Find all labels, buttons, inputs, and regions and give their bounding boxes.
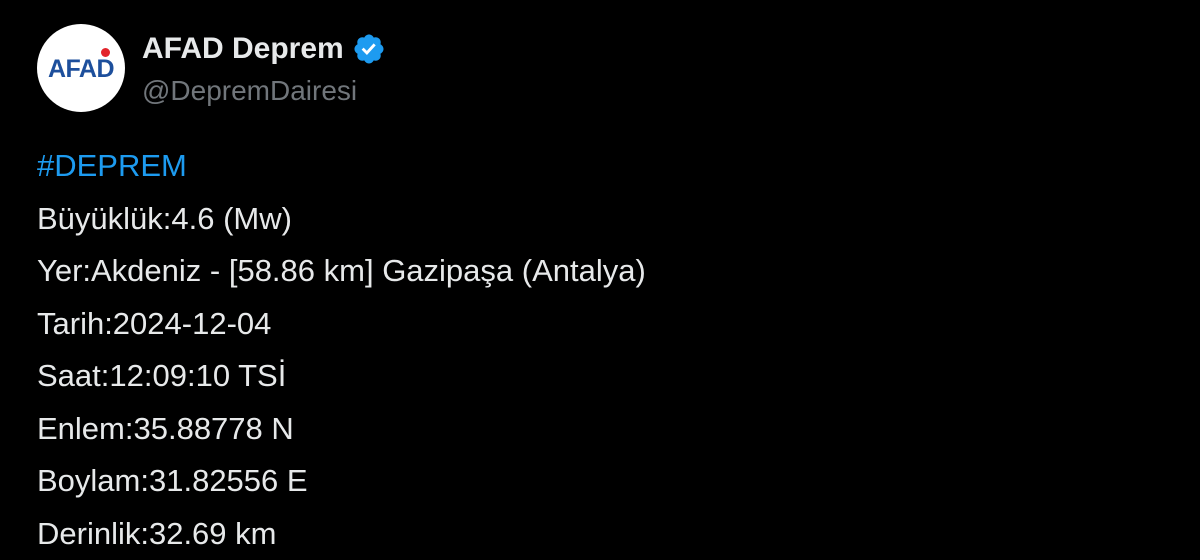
tweet: AFAD AFAD Deprem @DepremDairesi #DEPREM … — [0, 0, 1200, 552]
depth-line: Derinlik:32.69 km — [37, 508, 646, 560]
magnitude-line: Büyüklük:4.6 (Mw) — [37, 193, 646, 246]
logo-dot — [101, 48, 110, 57]
time-line: Saat:12:09:10 TSİ — [37, 350, 646, 403]
account-names: AFAD Deprem @DepremDairesi — [142, 29, 386, 107]
account-handle[interactable]: @DepremDairesi — [142, 75, 386, 107]
display-name[interactable]: AFAD Deprem — [142, 32, 344, 66]
avatar[interactable]: AFAD — [37, 24, 125, 112]
location-line: Yer:Akdeniz - [58.86 km] Gazipaşa (Antal… — [37, 245, 646, 298]
latitude-line: Enlem:35.88778 N — [37, 403, 646, 456]
tweet-body: #DEPREM Büyüklük:4.6 (Mw) Yer:Akdeniz - … — [37, 140, 646, 560]
date-line: Tarih:2024-12-04 — [37, 298, 646, 351]
tweet-header: AFAD AFAD Deprem @DepremDairesi — [37, 24, 386, 112]
hashtag-link[interactable]: #DEPREM — [37, 140, 646, 193]
avatar-logo-text: AFAD — [48, 55, 114, 84]
longitude-line: Boylam:31.82556 E — [37, 455, 646, 508]
verified-badge-icon — [352, 32, 386, 66]
name-row: AFAD Deprem — [142, 29, 386, 69]
